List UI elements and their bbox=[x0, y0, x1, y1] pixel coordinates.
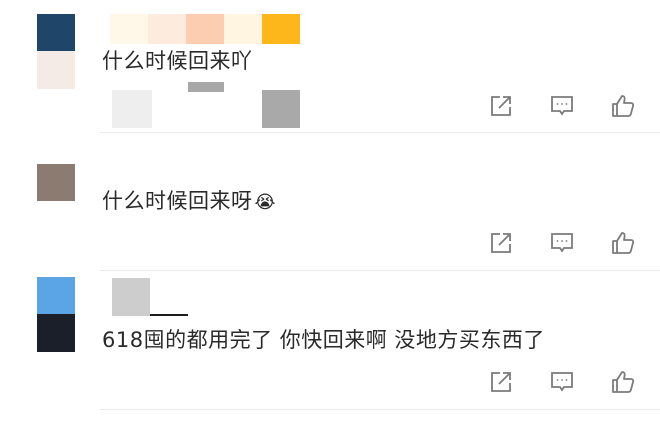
thumbs-up-icon bbox=[612, 95, 635, 117]
like-button[interactable] bbox=[610, 93, 636, 119]
comment-image-obscured[interactable] bbox=[108, 82, 300, 128]
comment-item-3: 618囤的都用完了 你快回来啊 没地方买东西了 bbox=[0, 270, 660, 426]
reply-button[interactable] bbox=[549, 93, 575, 119]
comment-text: 618囤的都用完了 你快回来啊 没地方买东西了 bbox=[102, 328, 545, 352]
crying-face-icon: 😭 bbox=[254, 192, 277, 213]
reply-button[interactable] bbox=[549, 230, 575, 256]
reply-button[interactable] bbox=[549, 369, 575, 395]
like-button[interactable] bbox=[610, 230, 636, 256]
comment-item-1: 什么时候回来吖 bbox=[0, 0, 660, 134]
username-obscured[interactable] bbox=[112, 278, 188, 318]
reply-comment-icon bbox=[551, 372, 573, 392]
share-button[interactable] bbox=[488, 369, 514, 395]
share-button[interactable] bbox=[488, 93, 514, 119]
comment-text: 什么时候回来吖 bbox=[102, 49, 253, 73]
avatar[interactable] bbox=[37, 164, 75, 201]
username-obscured[interactable] bbox=[110, 14, 300, 44]
share-icon bbox=[491, 233, 511, 253]
comment-divider bbox=[100, 132, 660, 133]
like-button[interactable] bbox=[610, 369, 636, 395]
comment-text-wrap: 什么时候回来呀 😭 bbox=[102, 187, 276, 217]
thumbs-up-icon bbox=[612, 371, 635, 393]
avatar[interactable] bbox=[37, 14, 75, 89]
comment-item-2: 什么时候回来呀 😭 bbox=[0, 134, 660, 271]
thumbs-up-icon bbox=[612, 232, 635, 254]
reply-comment-icon bbox=[551, 96, 573, 116]
share-button[interactable] bbox=[488, 230, 514, 256]
reply-comment-icon bbox=[551, 233, 573, 253]
comment-divider bbox=[100, 409, 660, 410]
share-icon bbox=[491, 372, 511, 392]
avatar[interactable] bbox=[37, 277, 75, 352]
comment-text: 什么时候回来呀 bbox=[102, 189, 253, 213]
share-icon bbox=[491, 96, 511, 116]
